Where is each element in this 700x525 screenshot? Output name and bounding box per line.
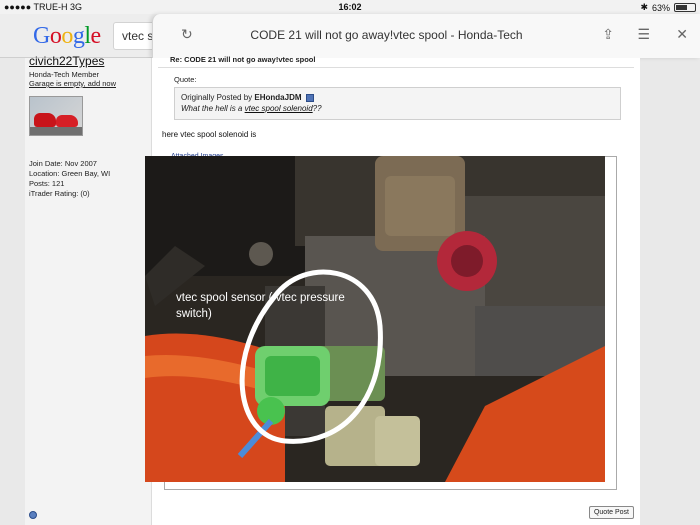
location: Location: Green Bay, WI [29, 169, 111, 178]
bluetooth-icon: ✱ [640, 2, 648, 12]
tab-title: CODE 21 will not go away!vtec spool - Ho… [250, 28, 523, 42]
active-tab[interactable]: ↻ CODE 21 will not go away!vtec spool - … [152, 14, 700, 58]
itrader-rating[interactable]: iTrader Rating: (0) [29, 189, 151, 199]
reload-icon[interactable]: ↻ [181, 26, 193, 43]
post-count: Posts: 121 [29, 179, 65, 188]
quote-author: EHondaJDM [254, 93, 302, 102]
clock: 16:02 [338, 2, 362, 12]
user-meta: Join Date: Nov 2007 Location: Green Bay,… [29, 159, 151, 199]
info-icon[interactable] [29, 511, 37, 519]
quote-post-button[interactable]: Quote Post [588, 506, 634, 519]
status-bar: ●●●●● TRUE-H 3G 16:02 ✱ 63% [0, 0, 700, 14]
quote-originally: Originally Posted by [181, 93, 253, 102]
garage-link[interactable]: Garage is empty, add now [29, 79, 151, 88]
user-sidebar: civich22Types Honda-Tech Member Garage i… [25, 54, 152, 525]
avatar[interactable] [29, 96, 83, 136]
battery-icon [674, 3, 696, 12]
google-logo[interactable]: Google [33, 23, 101, 50]
quote-text-prefix: What the hell is a [181, 104, 243, 113]
join-date: Join Date: Nov 2007 [29, 159, 97, 168]
close-icon[interactable]: ✕ [676, 26, 688, 43]
battery-percent: 63% [651, 2, 670, 13]
battery-indicator: ✱ 63% [640, 2, 696, 13]
quote-label: Quote: [174, 75, 197, 84]
share-icon[interactable]: ⇪ [602, 26, 614, 43]
quote-box: Originally Posted by EHondaJDM What the … [174, 87, 621, 120]
reading-list-icon[interactable]: ☰ [637, 26, 650, 43]
photo-annotation: vtec spool sensor ( vtec pressure switch… [176, 292, 345, 320]
view-post-icon[interactable] [305, 93, 314, 102]
browser-chrome: Google vtec s ↻ CODE 21 will not go away… [0, 14, 700, 58]
post-body: here vtec spool solenoid is [162, 130, 257, 139]
quote-text-suffix: ?? [312, 104, 322, 113]
post-title: Re: CODE 21 will not go away!vtec spool [158, 55, 634, 68]
quote-link[interactable]: vtec spool solenoid [245, 104, 313, 113]
username-link[interactable]: civich22Types [29, 54, 151, 68]
member-title: Honda-Tech Member [29, 70, 100, 79]
